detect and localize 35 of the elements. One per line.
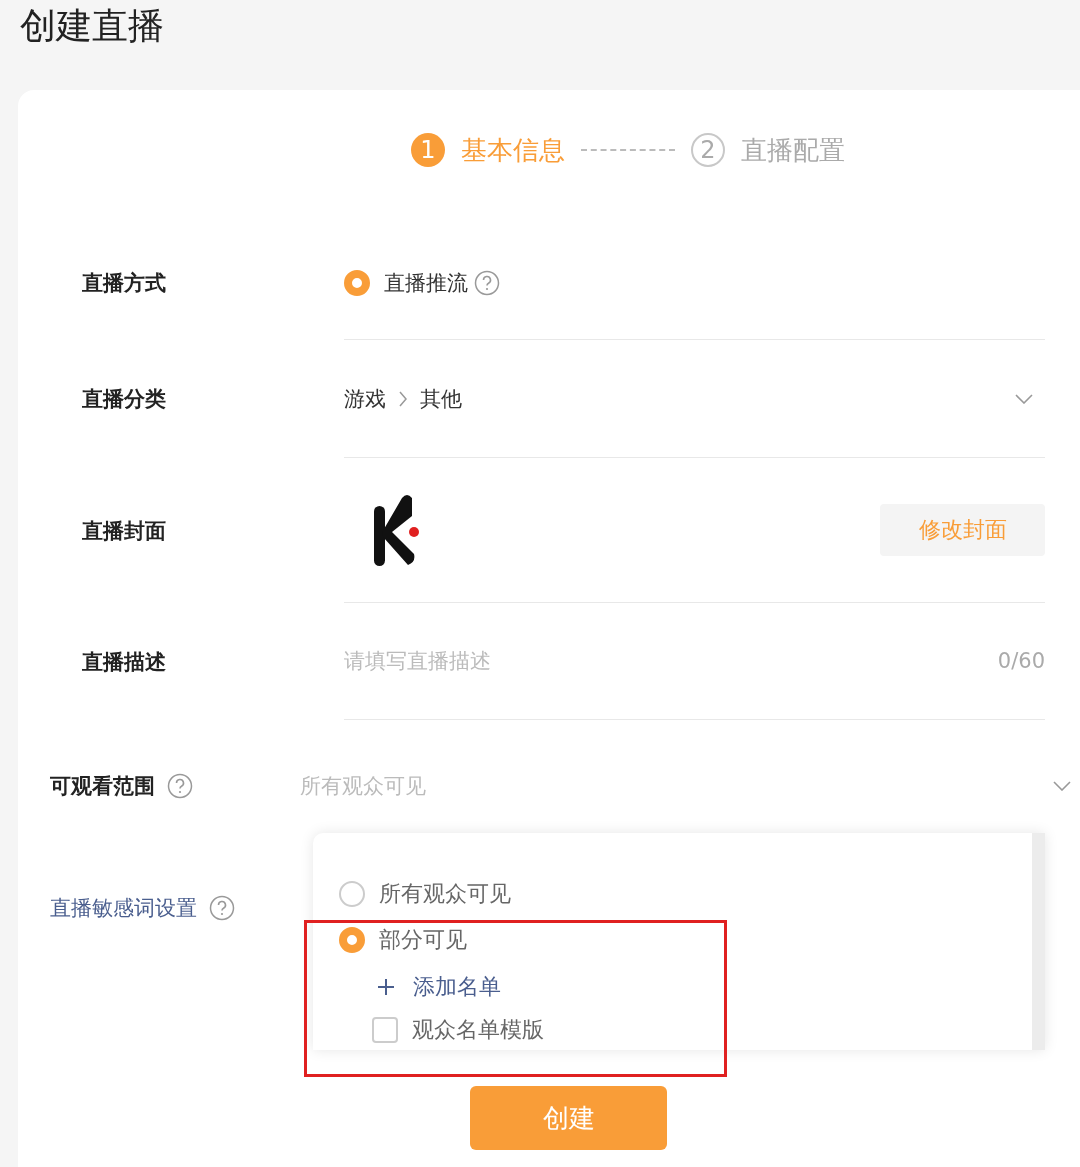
- step-number: 2: [691, 133, 725, 167]
- category-value: 其他: [420, 385, 462, 413]
- change-cover-button[interactable]: 修改封面: [880, 504, 1045, 556]
- step-number: 1: [411, 133, 445, 167]
- radio-button[interactable]: [344, 269, 370, 296]
- step-label: 基本信息: [461, 133, 565, 167]
- help-icon[interactable]: [209, 895, 235, 921]
- sensitive-words-link[interactable]: 直播敏感词设置: [18, 894, 197, 922]
- checkbox-label: 观众名单模版: [412, 1016, 544, 1045]
- chevron-right-icon: [398, 390, 408, 407]
- category-value: 游戏: [344, 385, 386, 413]
- checkbox[interactable]: [372, 1017, 398, 1044]
- chevron-down-icon[interactable]: [1053, 781, 1071, 791]
- help-icon[interactable]: [474, 269, 500, 296]
- plus-icon: [377, 978, 395, 996]
- help-icon[interactable]: [167, 773, 193, 799]
- option-label: 部分可见: [379, 926, 467, 955]
- field-label: 直播分类: [81, 386, 167, 413]
- radio-button[interactable]: [339, 927, 365, 954]
- logo-icon: [372, 492, 422, 568]
- option-label: 直播推流: [384, 269, 468, 297]
- field-label: 直播描述: [81, 648, 167, 676]
- field-label: 直播方式: [81, 270, 167, 297]
- field-label: 直播封面: [81, 517, 167, 545]
- create-button[interactable]: 创建: [470, 1086, 667, 1150]
- step-label: 直播配置: [741, 133, 845, 167]
- character-counter: 0/60: [997, 649, 1045, 673]
- option-label: 所有观众可见: [379, 880, 511, 908]
- description-field[interactable]: 请填写直播描述: [344, 647, 491, 675]
- visibility-select[interactable]: 所有观众可见: [300, 772, 426, 800]
- add-list-button[interactable]: 添加名单: [377, 972, 501, 1002]
- field-label: 可观看范围: [49, 773, 155, 800]
- page-title: 创建直播: [19, 4, 165, 48]
- chevron-down-icon[interactable]: [1015, 393, 1033, 404]
- radio-button[interactable]: [339, 881, 365, 907]
